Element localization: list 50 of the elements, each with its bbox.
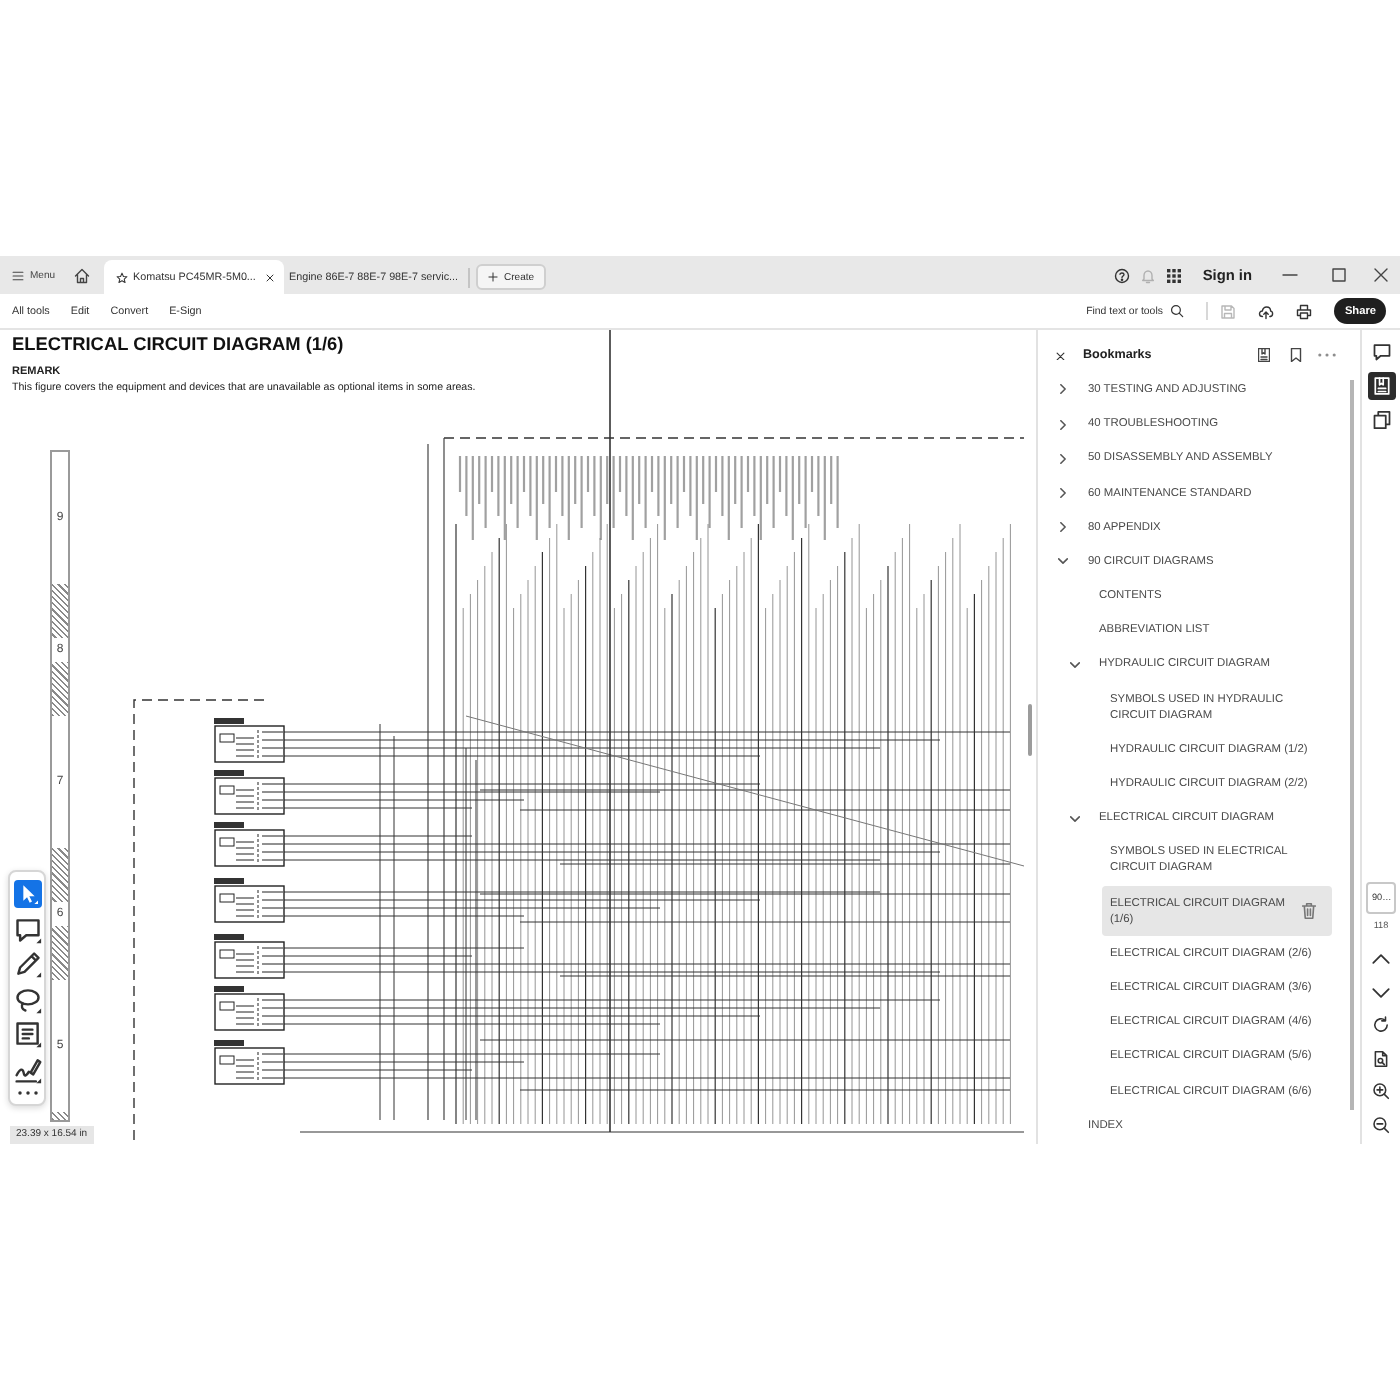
pointer-icon[interactable] (13, 880, 41, 908)
close-icon[interactable] (1374, 268, 1388, 282)
home-icon[interactable] (73, 267, 90, 283)
chevron-down-icon[interactable] (1372, 983, 1390, 1002)
trash-icon[interactable] (1302, 902, 1316, 921)
comment-icon[interactable] (1371, 342, 1391, 362)
scrollbar-thumb[interactable] (1028, 704, 1032, 756)
search-icon[interactable] (1170, 304, 1185, 318)
bookmark-icon[interactable] (1290, 348, 1302, 363)
close-icon[interactable] (1056, 351, 1065, 361)
help-icon[interactable] (1114, 267, 1131, 283)
chevron-down-icon[interactable] (1069, 659, 1079, 670)
chevron-right-icon[interactable] (1058, 488, 1068, 499)
lasso-icon[interactable] (13, 985, 41, 1013)
more-icon[interactable] (17, 1090, 37, 1096)
page-icon[interactable] (1372, 1049, 1390, 1068)
print-icon[interactable] (1296, 303, 1313, 319)
star-icon (115, 271, 128, 283)
chevron-right-icon[interactable] (1058, 419, 1068, 430)
close-icon[interactable] (265, 273, 274, 281)
pen-icon[interactable] (13, 950, 41, 978)
chevron-down-icon[interactable] (1069, 813, 1079, 824)
signature-icon[interactable] (13, 1055, 41, 1083)
comment-icon[interactable] (13, 915, 41, 943)
relay-symbol (214, 822, 285, 867)
bookmark-page-icon[interactable] (1367, 372, 1395, 400)
maximize-icon[interactable] (1332, 268, 1346, 282)
text-box-icon[interactable] (13, 1020, 41, 1048)
relay-symbol (214, 718, 285, 763)
page-title: ELECTRICAL CIRCUIT DIAGRAM (1/6) (12, 334, 344, 356)
bookmark-page-icon[interactable] (1258, 348, 1270, 363)
plus-icon (488, 272, 499, 282)
relay-symbol (214, 934, 285, 979)
pages-icon[interactable] (1371, 410, 1391, 430)
chevron-right-icon[interactable] (1058, 453, 1068, 464)
chevron-up-icon[interactable] (1372, 950, 1390, 969)
relay-symbol (214, 1040, 285, 1085)
relay-symbol (214, 770, 285, 815)
rotate-icon[interactable] (1372, 1016, 1390, 1035)
scrollbar-thumb[interactable] (1350, 379, 1353, 1110)
chevron-right-icon[interactable] (1058, 384, 1068, 395)
chevron-down-icon[interactable] (1058, 556, 1068, 567)
relay-symbol (214, 878, 285, 923)
zoom-in-icon[interactable] (1372, 1082, 1390, 1101)
cloud-upload-icon[interactable] (1258, 303, 1275, 319)
grid-icon[interactable] (1166, 267, 1183, 283)
hamburger-icon (12, 269, 24, 281)
chevron-right-icon[interactable] (1058, 522, 1068, 533)
relay-symbol (214, 986, 285, 1031)
zoom-out-icon[interactable] (1372, 1116, 1390, 1134)
